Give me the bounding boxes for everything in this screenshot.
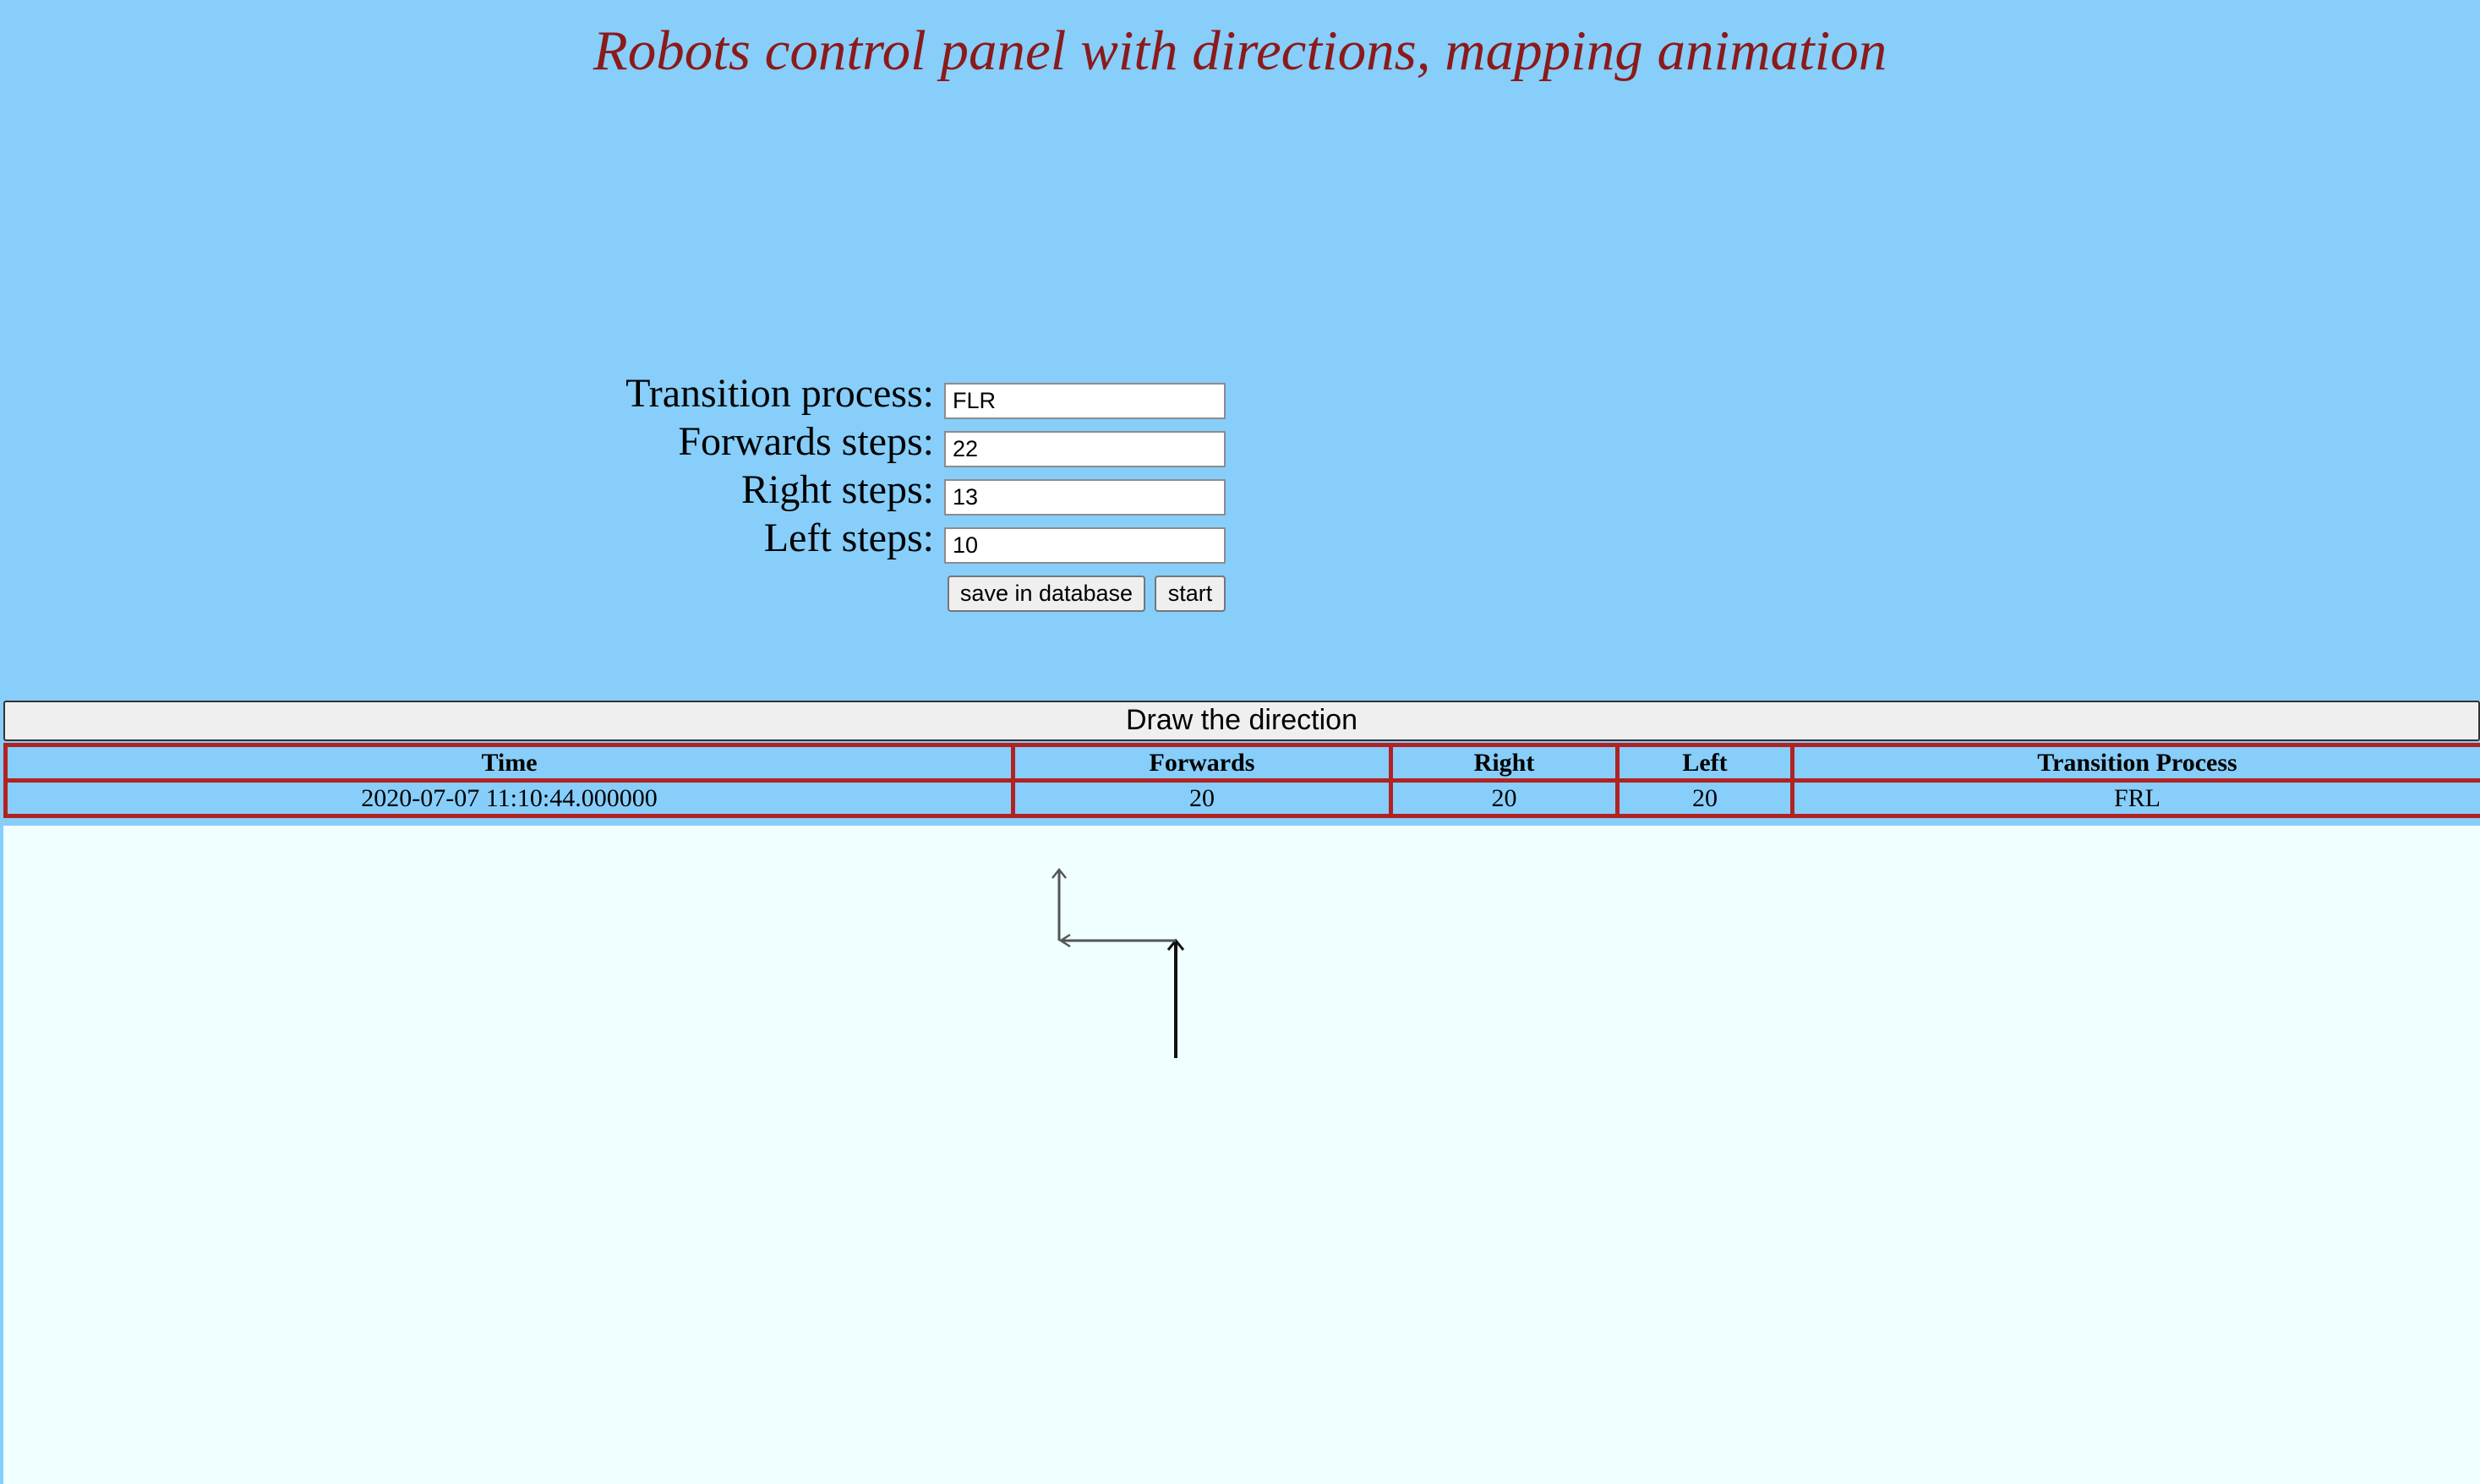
transition-label: Transition process: <box>625 371 934 416</box>
right-steps-input[interactable] <box>944 479 1226 516</box>
left-row: Left steps: <box>0 516 934 560</box>
left-arrow-icon <box>1058 933 1176 948</box>
header-left: Left <box>1615 743 1794 783</box>
cell-left: 20 <box>1615 778 1794 818</box>
cell-forwards: 20 <box>1011 778 1393 818</box>
save-in-database-button[interactable]: save in database <box>948 576 1145 612</box>
header-right: Right <box>1389 743 1620 783</box>
start-button[interactable]: start <box>1155 576 1226 612</box>
cell-transition-process: FRL <box>1790 778 2480 818</box>
table-header-row: Time Forwards Right Left Transition Proc… <box>3 743 2480 783</box>
direction-drawing <box>1052 867 1185 1058</box>
forwards-steps-input[interactable] <box>944 431 1226 467</box>
cell-right: 20 <box>1389 778 1620 818</box>
table-row: 2020-07-07 11:10:44.000000 20 20 20 FRL <box>3 778 2480 818</box>
cell-time: 2020-07-07 11:10:44.000000 <box>3 778 1015 818</box>
left-label: Left steps: <box>763 516 934 560</box>
up-arrow-icon <box>1166 938 1185 1058</box>
right-label: Right steps: <box>740 467 934 512</box>
forwards-label: Forwards steps: <box>678 419 934 464</box>
transition-process-input[interactable] <box>944 383 1226 419</box>
header-time: Time <box>3 743 1015 783</box>
header-forwards: Forwards <box>1011 743 1393 783</box>
forwards-row: Forwards steps: <box>0 419 934 464</box>
left-steps-input[interactable] <box>944 527 1226 564</box>
up-arrow-icon <box>1052 867 1067 941</box>
header-transition-process: Transition Process <box>1790 743 2480 783</box>
history-table: Time Forwards Right Left Transition Proc… <box>3 743 2480 818</box>
page-title: Robots control panel with directions, ma… <box>593 19 1887 82</box>
draw-direction-button[interactable]: Draw the direction <box>3 701 2480 741</box>
direction-canvas <box>3 826 2480 1484</box>
right-row: Right steps: <box>0 467 934 512</box>
transition-row: Transition process: <box>0 372 934 416</box>
